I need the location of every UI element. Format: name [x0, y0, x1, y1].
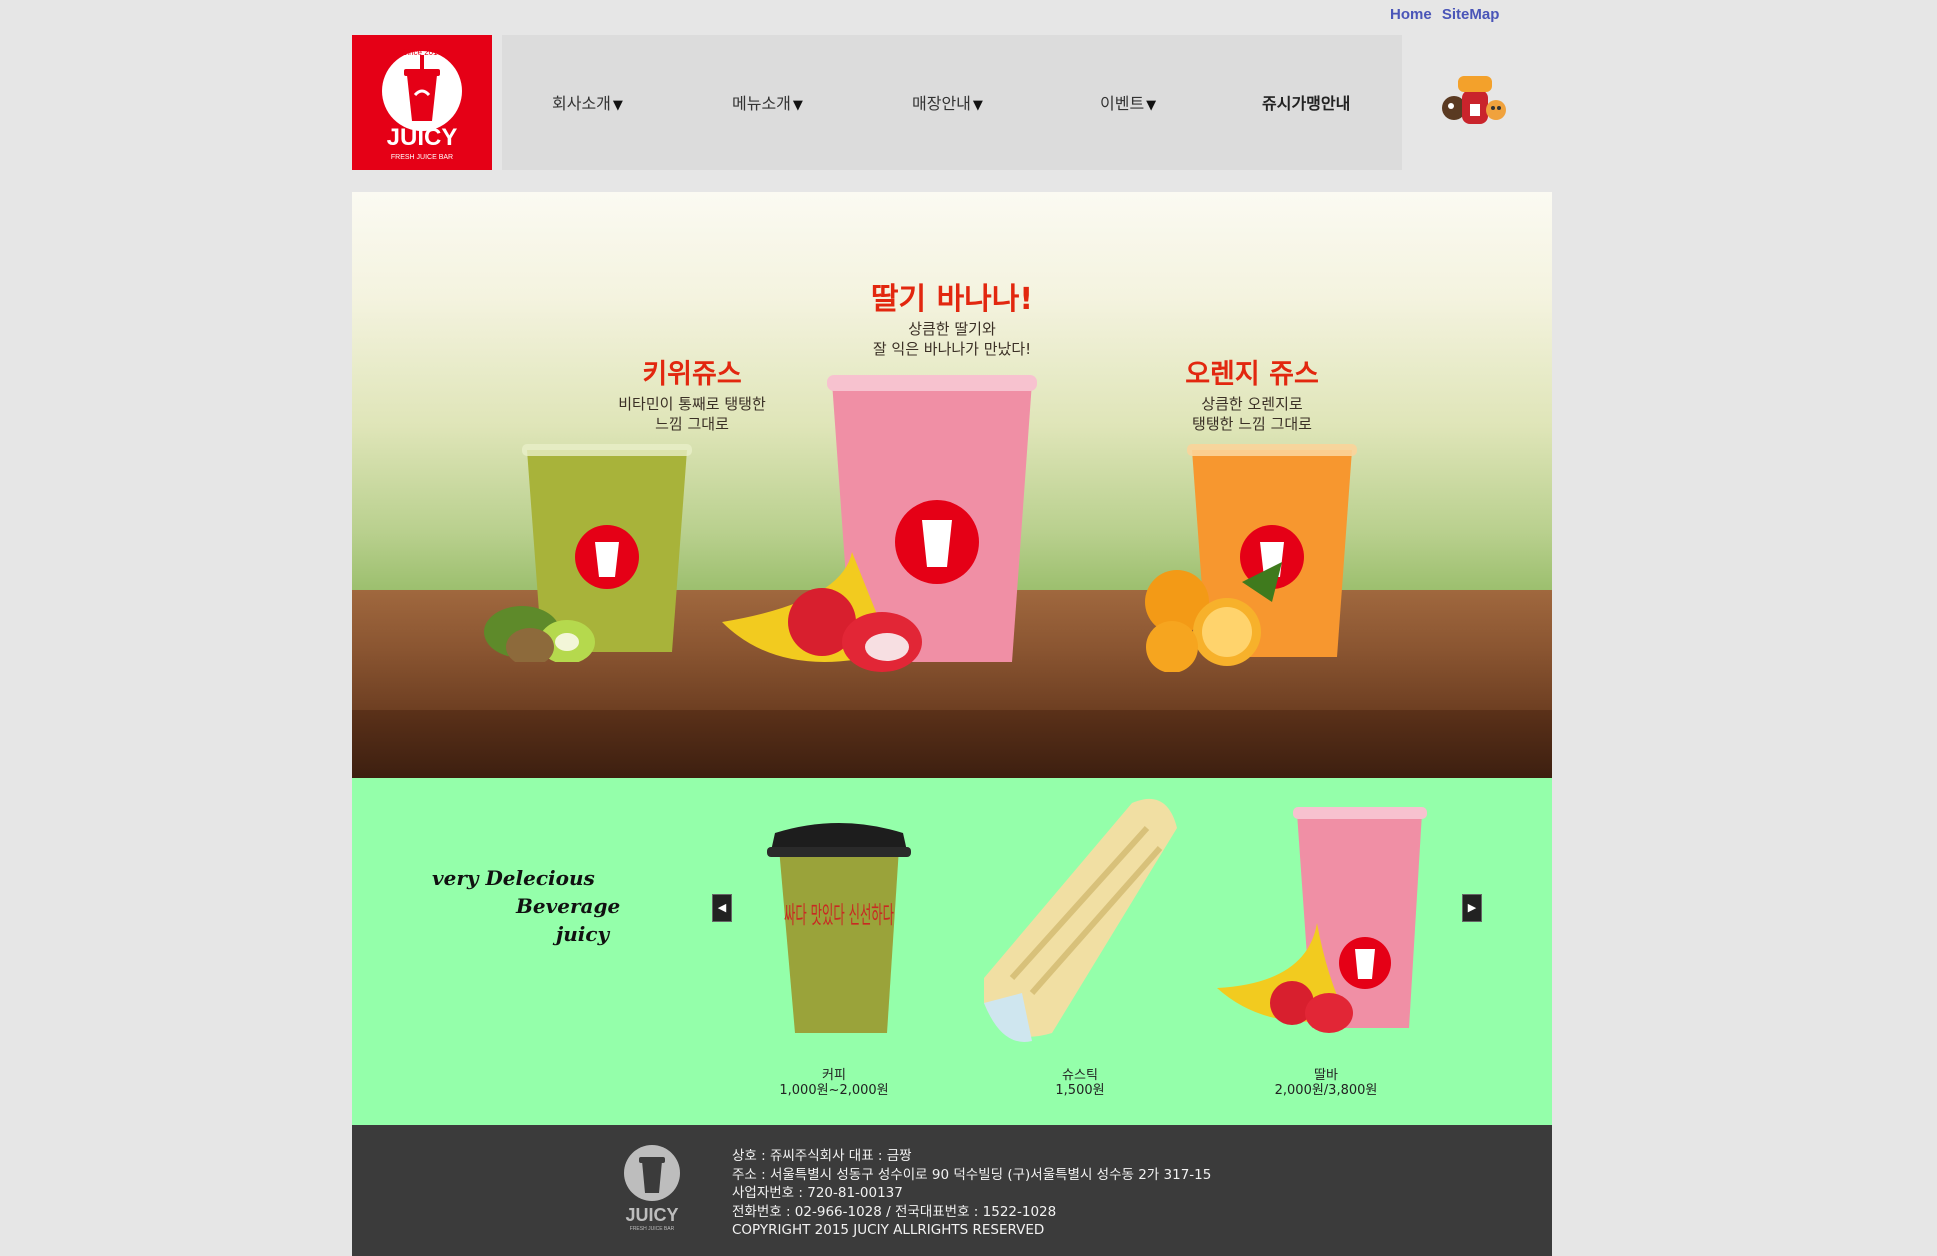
mascots-icon[interactable] [1440, 68, 1510, 134]
nav-item-menu[interactable]: 메뉴소개 ▼ [732, 90, 803, 114]
hero-strawberry-subtitle: 상큼한 딸기와 잘 익은 바나나가 만났다! [872, 320, 1032, 358]
product-price: 2,000원/3,800원 [1274, 1083, 1378, 1098]
main-nav: 회사소개 ▼ 메뉴소개 ▼ 매장안내 ▼ 이벤트 ▼ 쥬시가맹안내 [502, 35, 1402, 170]
brand-logo[interactable]: Since 2010 JUICY FRESH JUICE BAR [352, 35, 492, 170]
prev-arrow-icon[interactable]: ◀ [712, 894, 732, 922]
product-caption-churro[interactable]: 슈스틱 1,500원 [990, 1068, 1170, 1098]
footer-company: 상호 : 쥬씨주식회사 대표 : 금짱 [732, 1148, 912, 1164]
churro-product-image[interactable] [972, 793, 1192, 1053]
strawberry-banana-product-image[interactable] [1217, 803, 1447, 1043]
kiwi-juice-image [484, 444, 692, 662]
footer-brand-tagline: FRESH JUICE BAR [630, 1226, 675, 1232]
product-caption-coffee[interactable]: 커피 1,000원~2,000원 [744, 1068, 924, 1098]
footer-phone: 전화번호 : 02-966-1028 / 전국대표번호 : 1522-1028 [732, 1203, 1057, 1220]
caret-down-icon: ▼ [972, 98, 983, 113]
footer-business-number: 사업자번호 : 720-81-00137 [732, 1185, 903, 1201]
product-name: 커피 [822, 1068, 846, 1083]
strawberry-banana-juice-image [722, 375, 1037, 672]
home-link[interactable]: Home [1390, 6, 1432, 23]
footer-info: 상호 : 쥬씨주식회사 대표 : 금짱 주소 : 서울특별시 성동구 성수이로 … [732, 1147, 1211, 1240]
nav-item-event[interactable]: 이벤트 ▼ [1100, 90, 1156, 114]
footer: JUICY FRESH JUICE BAR 상호 : 쥬씨주식회사 대표 : 금… [352, 1125, 1552, 1256]
orange-juice-image [1145, 444, 1357, 672]
footer-brand-name: JUICY [625, 1205, 678, 1225]
hero-orange-title: 오렌지 쥬스 [1185, 359, 1319, 390]
slogan: very Delecious Beverage juicy [432, 866, 621, 946]
hero-strawberry-title: 딸기 바나나! [870, 282, 1034, 317]
next-arrow-icon[interactable]: ▶ [1462, 894, 1482, 922]
caret-down-icon: ▼ [792, 98, 803, 113]
caret-down-icon: ▼ [612, 98, 623, 113]
footer-address: 주소 : 서울특별시 성동구 성수이로 90 덕수빌딩 (구)서울특별시 성수동… [732, 1166, 1212, 1183]
top-links: Home SiteMap [1390, 6, 1505, 23]
product-price: 1,500원 [1055, 1083, 1105, 1098]
nav-item-company[interactable]: 회사소개 ▼ [552, 90, 623, 114]
nav-item-stores[interactable]: 매장안내 ▼ [912, 90, 983, 114]
product-caption-strawberry-banana[interactable]: 딸바 2,000원/3,800원 [1236, 1068, 1416, 1098]
sitemap-link[interactable]: SiteMap [1442, 6, 1500, 23]
footer-logo-icon: JUICY FRESH JUICE BAR [624, 1145, 680, 1232]
product-price: 1,000원~2,000원 [779, 1083, 889, 1098]
footer-copyright: COPYRIGHT 2015 JUCIY ALLRIGHTS RESERVED [732, 1222, 1045, 1238]
coffee-cup-text: 싸다 맛있다 신선하다 [784, 901, 894, 929]
product-name: 딸바 [1314, 1068, 1338, 1083]
hero-orange-subtitle: 상큼한 오렌지로 탱탱한 느낌 그대로 [1192, 395, 1312, 433]
juicy-logo-icon: Since 2010 JUICY FRESH JUICE BAR [382, 48, 462, 161]
nav-item-franchise[interactable]: 쥬시가맹안내 [1262, 90, 1350, 114]
product-strip: very Delecious Beverage juicy ◀ ▶ 싸다 맛있다… [352, 778, 1552, 1125]
product-name: 슈스틱 [1062, 1068, 1098, 1083]
coffee-product-image[interactable]: 싸다 맛있다 신선하다 [757, 803, 917, 1043]
hero-banner[interactable]: 키위쥬스 비타민이 통째로 탱탱한 느낌 그대로 딸기 바나나! 상큼한 딸기와… [352, 192, 1552, 778]
brand-tagline: FRESH JUICE BAR [391, 154, 453, 161]
brand-since: Since 2010 [402, 48, 443, 57]
caret-down-icon: ▼ [1146, 98, 1157, 113]
brand-name: JUICY [387, 124, 458, 151]
